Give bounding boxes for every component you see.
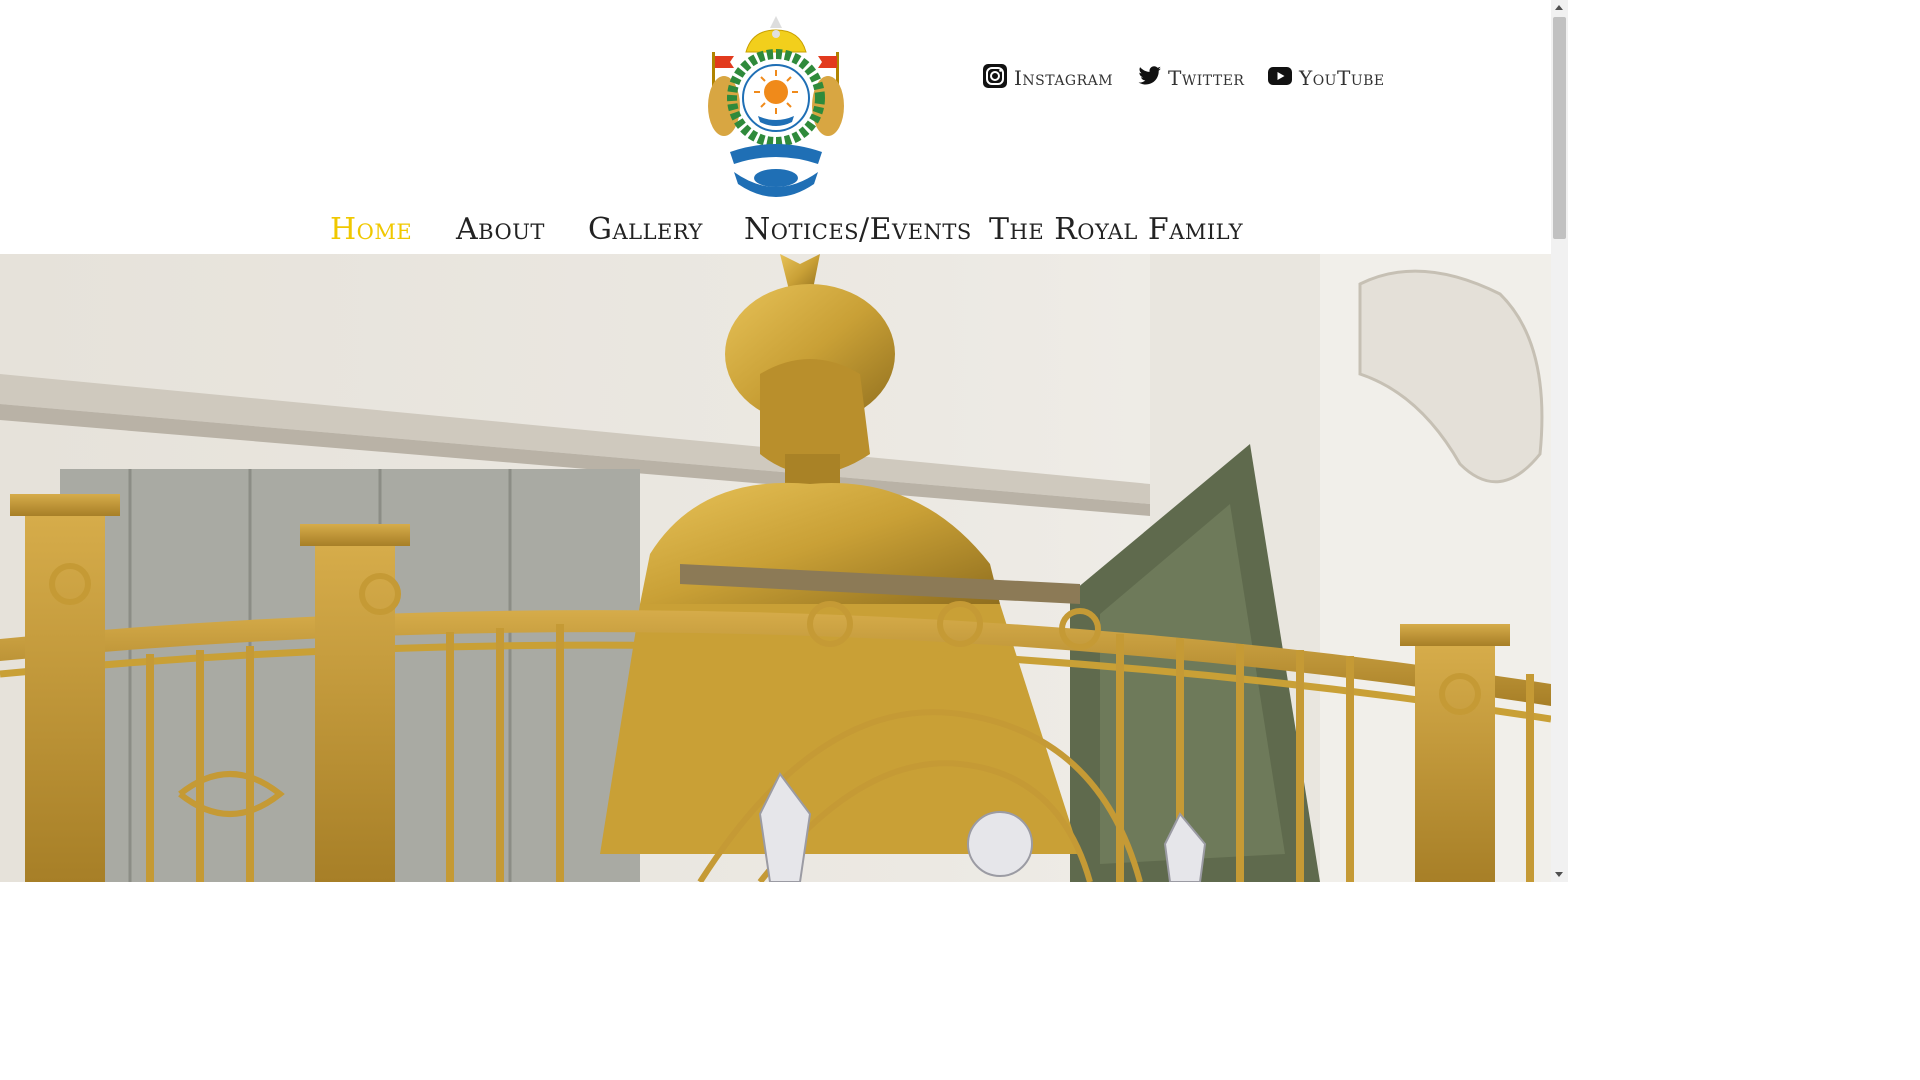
youtube-icon <box>1267 66 1293 90</box>
vertical-scrollbar[interactable] <box>1551 0 1568 882</box>
nav-home[interactable]: Home <box>330 212 412 247</box>
scrollbar-thumb[interactable] <box>1553 17 1566 239</box>
instagram-icon <box>982 63 1008 93</box>
main-navigation: Home About Gallery Notices/Events The Ro… <box>0 212 1551 254</box>
hero-image <box>0 254 1551 882</box>
twitter-label: Twitter <box>1168 66 1245 90</box>
scroll-down-arrow-icon[interactable] <box>1555 872 1563 877</box>
scroll-up-arrow-icon[interactable] <box>1555 5 1563 10</box>
twitter-icon <box>1138 65 1162 91</box>
nav-about[interactable]: About <box>456 212 545 247</box>
nav-notices-events[interactable]: Notices/Events <box>744 212 972 247</box>
royal-crest-logo[interactable] <box>700 12 852 204</box>
twitter-link[interactable]: Twitter <box>1138 62 1244 94</box>
youtube-label: YouTube <box>1299 66 1385 90</box>
instagram-link[interactable]: Instagram <box>982 62 1113 94</box>
youtube-link[interactable]: YouTube <box>1267 62 1385 94</box>
site-header: Instagram Twitter YouTube Home About Gal… <box>0 0 1551 254</box>
nav-the-royal-family[interactable]: The Royal Family <box>989 212 1243 247</box>
nav-gallery[interactable]: Gallery <box>588 212 703 247</box>
instagram-label: Instagram <box>1014 66 1114 90</box>
